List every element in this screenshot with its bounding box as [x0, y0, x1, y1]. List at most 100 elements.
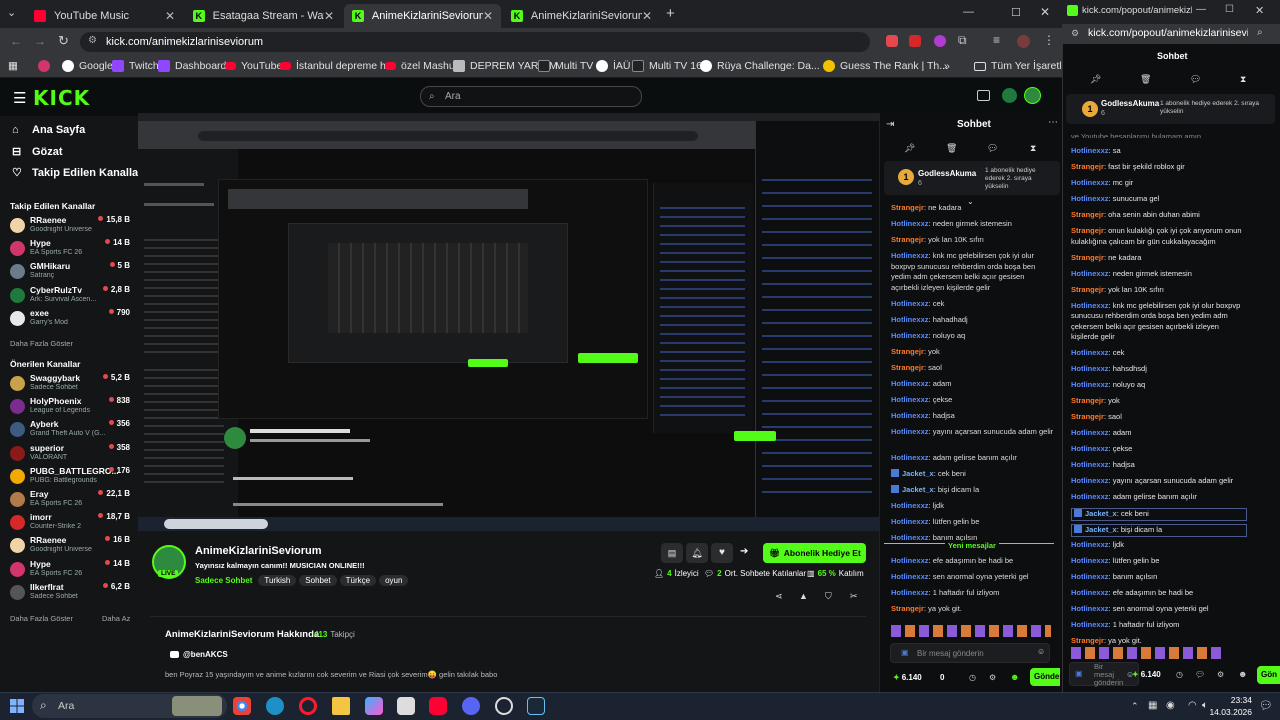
chat-bubble-icon[interactable]: 💬︎ — [1190, 74, 1201, 85]
popout-chat-input[interactable]: ▣ Bir mesaj gönderin ☺ — [1069, 662, 1139, 687]
reload-icon[interactable]: ↻ — [58, 33, 69, 49]
chat-username[interactable]: Jacket_x — [1085, 509, 1117, 518]
bookmark-ruya[interactable]: Rüya Challenge: Da... — [700, 60, 820, 72]
bookmarks-overflow-icon[interactable]: » — [944, 60, 950, 72]
window-close-icon[interactable]: ✕ — [1255, 4, 1264, 17]
profile-avatar-icon[interactable] — [1017, 35, 1030, 48]
chat-username[interactable]: Hotlinexxz — [891, 533, 929, 542]
back-icon[interactable]: ← — [10, 34, 22, 48]
hamburger-menu-icon[interactable]: ☰ — [13, 89, 26, 107]
chat-username[interactable]: Hotlinexxz — [1071, 556, 1109, 565]
theater-mode-icon[interactable] — [977, 90, 990, 101]
tag[interactable]: oyun — [379, 575, 409, 586]
bookmark-youtube[interactable]: YouTube — [225, 60, 282, 72]
maximize-icon[interactable]: ☐ — [1011, 6, 1021, 19]
channel-row[interactable]: superior VALORANT 358 — [10, 443, 130, 465]
chat-username[interactable]: Hotlinexxz — [1071, 194, 1109, 203]
chat-username[interactable]: Hotlinexxz — [1071, 301, 1109, 310]
chat-username[interactable]: Strangejr — [1071, 226, 1104, 235]
popout-send-button[interactable]: Gön — [1257, 666, 1280, 684]
extension-icon[interactable] — [886, 35, 898, 47]
chat-bubble-icon[interactable]: 💬︎ — [987, 143, 998, 154]
chat-username[interactable]: Hotlinexxz — [891, 501, 929, 510]
opera-icon[interactable] — [299, 697, 317, 715]
chat-username[interactable]: Hotlinexxz — [1071, 588, 1109, 597]
chat-username[interactable]: Hotlinexxz — [891, 572, 929, 581]
emote-bar[interactable] — [891, 625, 1051, 637]
tray-app-icon[interactable]: ▦ — [1148, 700, 1157, 711]
chat-username[interactable]: Hotlinexxz — [1071, 492, 1109, 501]
store-icon[interactable] — [397, 697, 415, 715]
popout-pinned-user[interactable]: GodlessAkuma — [1101, 99, 1159, 108]
chat-username[interactable]: Jacket_x — [902, 485, 934, 494]
bookmark-dashboard[interactable]: Dashboard — [158, 60, 226, 72]
url-field[interactable]: ⚙ kick.com/animekizlariniseviorum — [80, 32, 870, 52]
follow-button[interactable]: ♥ — [711, 543, 733, 563]
chrome-icon[interactable] — [233, 697, 251, 715]
channel-row[interactable]: HolyPhoenix League of Legends 838 — [10, 396, 130, 418]
bookmark-ozel-mashup[interactable]: özel Mashup — [385, 60, 461, 72]
mute-icon[interactable]: ✂ — [850, 591, 858, 602]
tab-search-icon[interactable]: ⌄ — [7, 6, 16, 19]
chat-username[interactable]: Strangejr — [891, 203, 924, 212]
bookmark-iau[interactable]: İAÜ — [596, 60, 631, 72]
new-tab-icon[interactable]: + — [666, 5, 675, 22]
site-info-icon[interactable]: ⚙ — [88, 35, 97, 46]
clock-icon[interactable]: ◷ — [1176, 670, 1183, 679]
menu-kebab-icon[interactable]: ⋮ — [1043, 33, 1055, 47]
chat-username[interactable]: Strangejr — [891, 235, 924, 244]
chat-username[interactable]: Hotlinexxz — [1071, 380, 1109, 389]
tab-youtube-music[interactable]: YouTube Music ✕ — [26, 4, 183, 28]
chat-username[interactable]: Strangejr — [1071, 253, 1104, 262]
extension-icon[interactable] — [909, 35, 921, 47]
chat-username[interactable]: Hotlinexxz — [891, 299, 929, 308]
gear-icon[interactable]: ⚙ — [1217, 670, 1224, 679]
gift-subscription-button[interactable]: 🎁︎ Abonelik Hediye Et — [763, 543, 866, 563]
nav-following[interactable]: ♡ Takip Edilen Kanallar — [12, 166, 142, 180]
video-player[interactable] — [138, 113, 879, 531]
bookmark-multitv[interactable]: Multi TV — [538, 60, 593, 72]
chat-username[interactable]: Hotlinexxz — [1071, 146, 1109, 155]
chat-username[interactable]: Strangejr — [1071, 412, 1104, 421]
clock-time[interactable]: 23:34 — [1212, 695, 1252, 705]
emote-icon[interactable]: ☻ — [1010, 672, 1019, 682]
edge-icon[interactable] — [266, 697, 284, 715]
close-icon[interactable]: ✕ — [324, 9, 334, 23]
chat-username[interactable]: Strangejr — [1071, 636, 1104, 645]
emoji-icon[interactable]: ☺ — [1037, 647, 1045, 656]
channel-points[interactable]: ✦ 6.140 — [893, 673, 922, 682]
tray-app-icon[interactable]: ◉ — [1166, 700, 1175, 711]
chat-username[interactable]: Hotlinexxz — [891, 453, 929, 462]
chat-username[interactable]: Hotlinexxz — [891, 517, 929, 526]
minimize-icon[interactable]: — — [1196, 4, 1206, 15]
chat-username[interactable]: Hotlinexxz — [1071, 540, 1109, 549]
discord-icon[interactable] — [462, 697, 480, 715]
channel-row[interactable]: Swaggybark Sadece Sohbet 5,2 B — [10, 373, 130, 395]
emote-icon[interactable]: ☻ — [1238, 669, 1247, 679]
chat-username[interactable]: Hotlinexxz — [1071, 348, 1109, 357]
chat-username[interactable]: Hotlinexxz — [891, 331, 929, 340]
tag[interactable]: Sohbet — [299, 575, 337, 586]
chat-username[interactable]: Hotlinexxz — [1071, 604, 1109, 613]
file-explorer-icon[interactable] — [332, 697, 350, 715]
popout-url[interactable]: kick.com/popout/animekizlariniseviorum — [1088, 27, 1248, 39]
tag[interactable]: Türkçe — [339, 575, 377, 586]
chat-username[interactable]: Jacket_x — [1085, 525, 1117, 534]
chat-username[interactable]: Strangejr — [891, 347, 924, 356]
clock-date[interactable]: 14.03.2026 — [1198, 707, 1252, 717]
chat-username[interactable]: Hotlinexxz — [1071, 620, 1109, 629]
popout-channel-points[interactable]: ✦ 6.140 — [1132, 670, 1161, 679]
chat-username[interactable]: Strangejr — [1071, 162, 1104, 171]
bookmark-multitv16[interactable]: Multi TV 16 — [632, 60, 702, 72]
close-icon[interactable]: ✕ — [483, 9, 493, 23]
shield-icon[interactable]: ⛉ — [825, 591, 832, 602]
pin-icon[interactable]: 📌︎ — [1090, 74, 1101, 85]
close-icon[interactable]: ✕ — [642, 9, 652, 23]
tab-animekizlariniseviorum-2[interactable]: KAnimeKizlariniSeviorum Stream✕ — [503, 4, 660, 28]
channel-row[interactable]: exee Garry's Mod 790 — [10, 308, 130, 330]
clip-button[interactable]: ▤ — [661, 543, 683, 563]
close-icon[interactable]: ✕ — [165, 9, 175, 23]
chat-username[interactable]: Hotlinexxz — [891, 251, 929, 260]
chat-username[interactable]: Hotlinexxz — [1071, 444, 1109, 453]
channel-row[interactable]: Hype EA Sports FC 26 14 B — [10, 238, 130, 260]
